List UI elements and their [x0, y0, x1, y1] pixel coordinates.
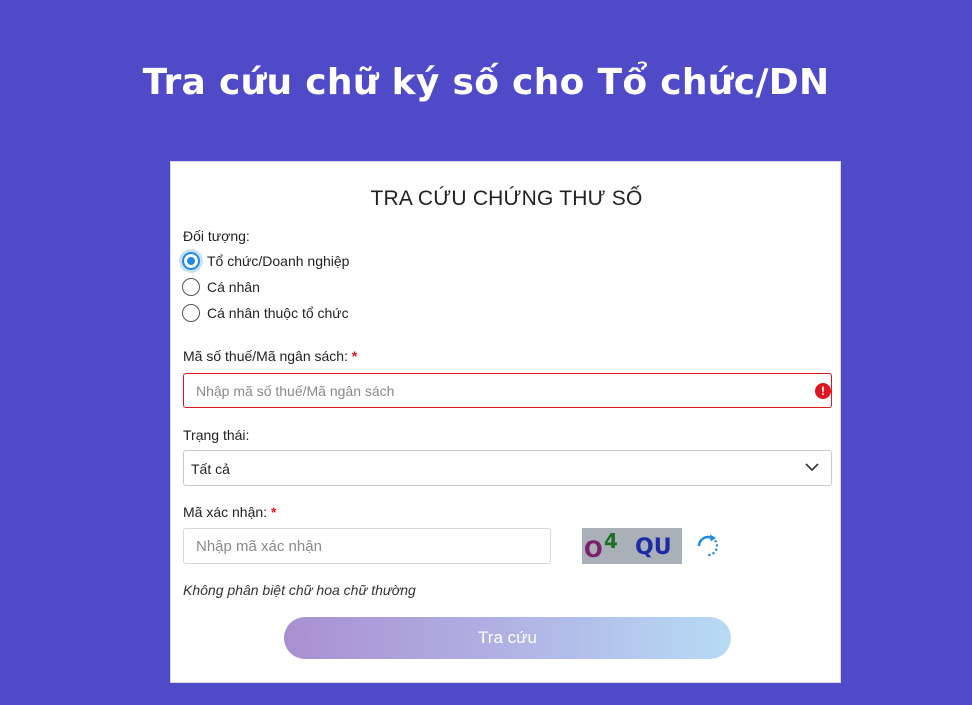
tax-code-label-text: Mã số thuế/Mã ngân sách:	[183, 348, 348, 364]
status-select[interactable]: Tất cả	[183, 450, 832, 486]
chevron-down-icon	[805, 463, 819, 472]
captcha-char: O	[584, 538, 603, 563]
error-icon: !	[815, 383, 831, 399]
radio-option-individual[interactable]: Cá nhân	[182, 276, 260, 298]
radio-option-label: Cá nhân thuộc tổ chức	[207, 305, 349, 321]
radio-option-organization[interactable]: Tổ chức/Doanh nghiệp	[182, 250, 349, 272]
tax-code-field[interactable]: !	[183, 373, 832, 408]
required-mark: *	[270, 504, 277, 520]
radio-unchecked-icon[interactable]	[182, 304, 200, 322]
status-label: Trạng thái:	[183, 427, 250, 443]
captcha-char: 4	[604, 529, 618, 553]
captcha-input[interactable]	[184, 529, 550, 563]
captcha-char: QU	[635, 535, 672, 560]
tax-code-label: Mã số thuế/Mã ngân sách: *	[183, 348, 357, 364]
captcha-image: O 4 QU	[582, 528, 682, 564]
required-mark: *	[351, 348, 358, 364]
radio-option-label: Tổ chức/Doanh nghiệp	[207, 253, 350, 269]
captcha-label: Mã xác nhận: *	[183, 504, 276, 520]
captcha-field[interactable]	[183, 528, 551, 564]
lookup-form-card: TRA CỨU CHỨNG THƯ SỐ Đối tượng: Tổ chức/…	[170, 161, 841, 683]
radio-option-label: Cá nhân	[207, 279, 260, 295]
page-title: Tra cứu chữ ký số cho Tổ chức/DN	[142, 62, 830, 103]
tax-code-input[interactable]	[184, 374, 831, 407]
radio-checked-icon[interactable]	[182, 252, 200, 270]
radio-unchecked-icon[interactable]	[182, 278, 200, 296]
subject-label: Đối tượng:	[183, 228, 250, 244]
form-title: TRA CỨU CHỨNG THƯ SỐ	[370, 187, 643, 210]
refresh-icon[interactable]	[695, 533, 721, 559]
status-select-value: Tất cả	[191, 461, 230, 477]
captcha-label-text: Mã xác nhận:	[183, 504, 268, 520]
search-button[interactable]: Tra cứu	[284, 617, 731, 659]
radio-option-individual-in-org[interactable]: Cá nhân thuộc tổ chức	[182, 302, 349, 324]
case-insensitive-hint: Không phân biệt chữ hoa chữ thường	[183, 582, 416, 598]
